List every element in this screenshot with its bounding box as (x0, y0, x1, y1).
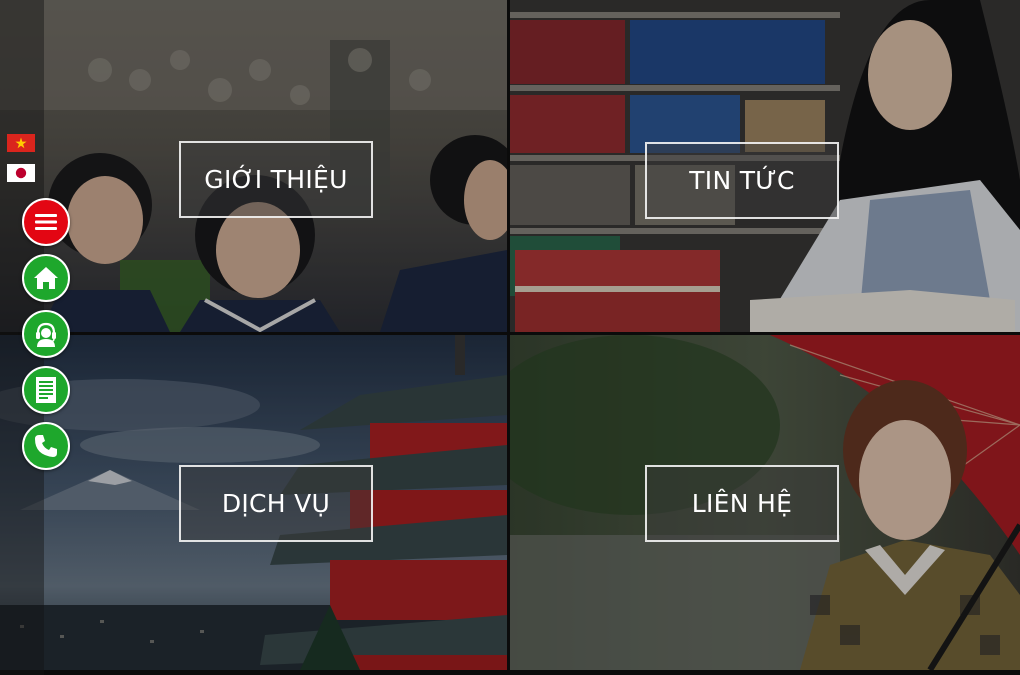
tile-about[interactable]: GIỚI THIỆU (0, 0, 507, 332)
phone-icon (35, 435, 57, 457)
tile-services[interactable]: DỊCH VỤ (0, 335, 507, 670)
japan-flag-icon[interactable] (7, 164, 35, 182)
tile-label-services[interactable]: DỊCH VỤ (179, 465, 373, 542)
tile-label-news[interactable]: TIN TỨC (645, 142, 839, 219)
menu-button[interactable] (22, 198, 70, 246)
support-agent-icon (36, 322, 56, 347)
home-icon (34, 267, 58, 289)
tile-label-contact[interactable]: LIÊN HỆ (645, 465, 839, 542)
hamburger-menu-icon (35, 214, 57, 230)
support-button[interactable] (22, 310, 70, 358)
tile-label-about[interactable]: GIỚI THIỆU (179, 141, 373, 218)
document-button[interactable] (22, 366, 70, 414)
tile-contact[interactable]: LIÊN HỆ (510, 335, 1020, 670)
tile-grid: GIỚI THIỆU TIN TỨC DỊCH VỤ LIÊN HỆ (0, 0, 1020, 675)
document-icon (36, 377, 56, 403)
home-button[interactable] (22, 254, 70, 302)
phone-button[interactable] (22, 422, 70, 470)
vietnam-flag-icon[interactable] (7, 134, 35, 152)
tile-news[interactable]: TIN TỨC (510, 0, 1020, 332)
